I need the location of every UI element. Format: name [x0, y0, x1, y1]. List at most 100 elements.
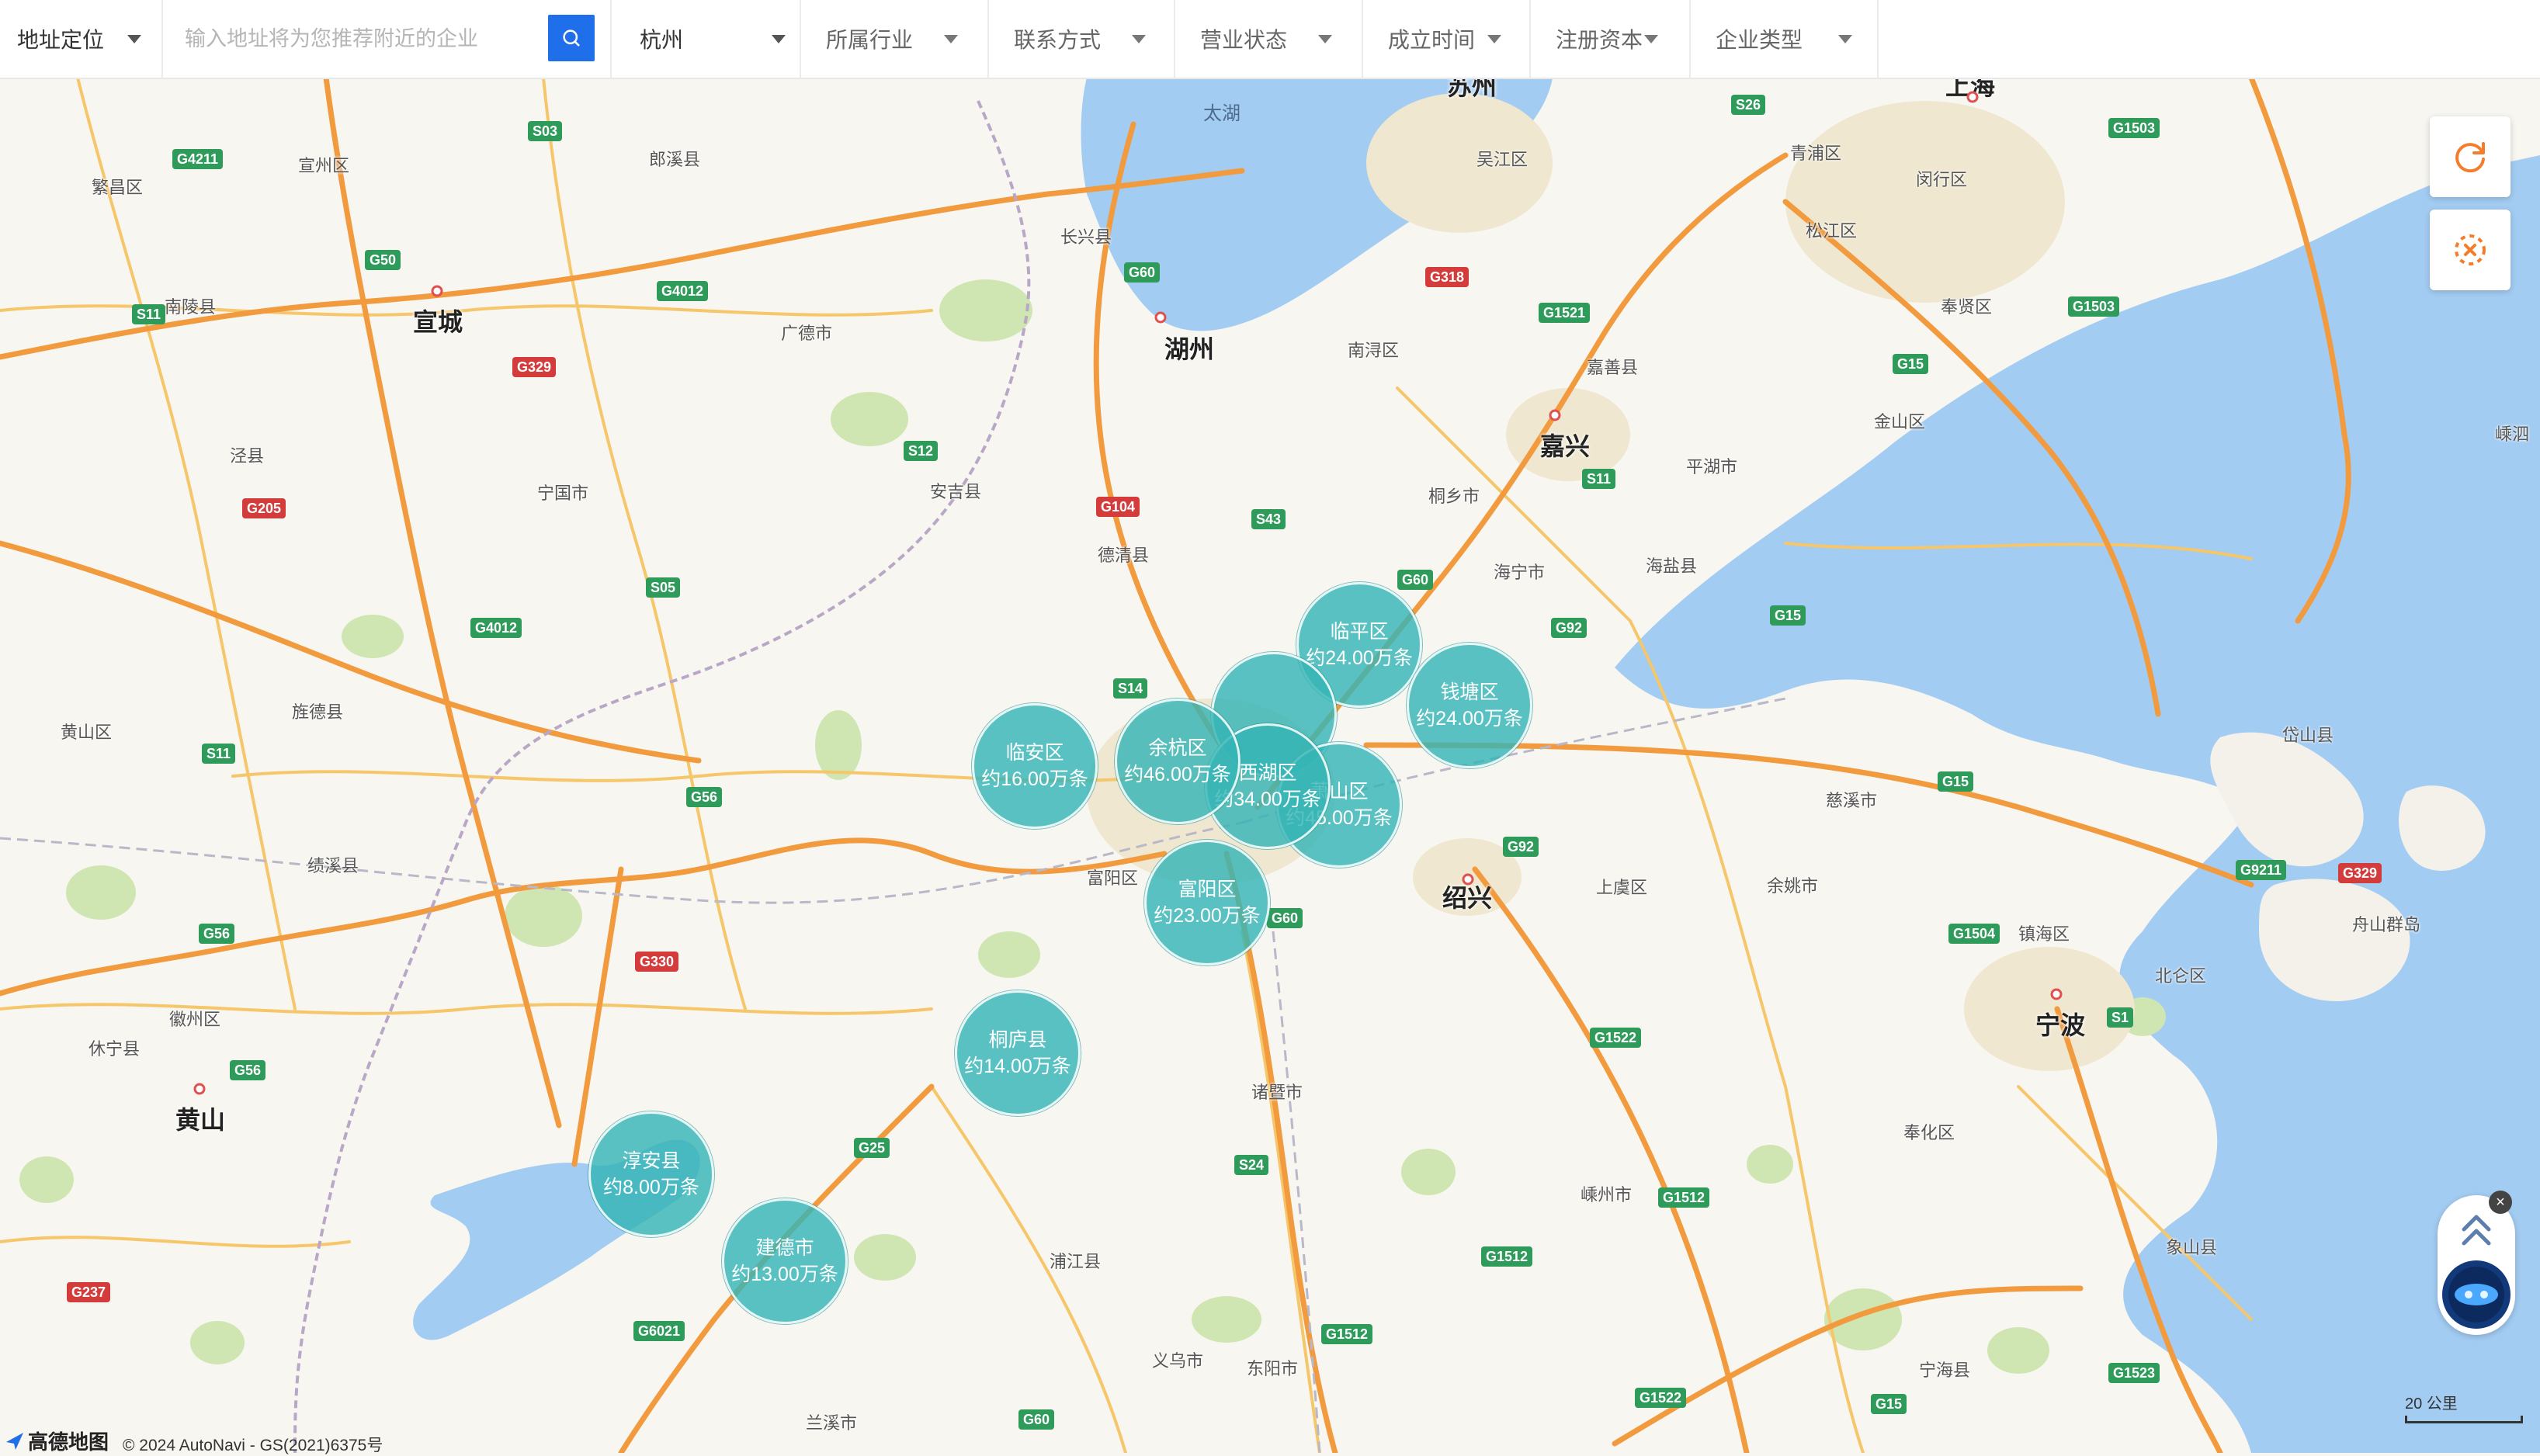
chevron-down-icon: [127, 34, 142, 43]
city-marker-icon: [1549, 409, 1561, 421]
chevron-down-icon: [1487, 34, 1502, 43]
founded-filter[interactable]: 成立时间: [1363, 0, 1531, 78]
road-shield: G6021: [633, 1321, 685, 1341]
road-shield: G9211: [2236, 860, 2287, 880]
road-shield: S14: [1113, 678, 1148, 699]
road-shield: S11: [1582, 469, 1616, 489]
city-select[interactable]: 杭州: [610, 0, 801, 78]
road-shield: G92: [1551, 618, 1588, 638]
road-shield: S11: [202, 744, 236, 764]
clear-selection-button[interactable]: [2430, 210, 2511, 290]
place-label: 奉化区: [1903, 1123, 1955, 1142]
road-shield: G15: [1871, 1394, 1907, 1414]
road-shield: G104: [1096, 497, 1140, 517]
cluster-marker[interactable]: 桐庐县 约14.00万条: [955, 990, 1081, 1116]
city-label: 嘉兴: [1540, 432, 1591, 460]
place-label: 慈溪市: [1826, 791, 1878, 810]
road-shield: S26: [1731, 95, 1766, 115]
cluster-marker[interactable]: 建德市 约13.00万条: [722, 1198, 848, 1324]
chevron-down-icon: [1132, 34, 1147, 43]
road-shield: G1512: [1658, 1187, 1710, 1208]
place-label: 兰溪市: [806, 1413, 858, 1433]
place-label: 广德市: [781, 324, 833, 343]
place-label: 宁海县: [1919, 1361, 1971, 1380]
place-label: 北仑区: [2155, 966, 2207, 986]
road-shield: S11: [132, 304, 166, 324]
city-marker-icon: [1154, 311, 1167, 324]
place-label: 象山县: [2166, 1238, 2218, 1257]
location-label: 地址定位: [17, 28, 105, 52]
place-label: 南陵县: [165, 297, 217, 317]
place-label: 休宁县: [88, 1039, 141, 1059]
status-filter[interactable]: 营业状态: [1175, 0, 1363, 78]
assistant-avatar-icon[interactable]: [2441, 1259, 2512, 1330]
road-shield: G4211: [172, 149, 224, 169]
cluster-count: 约24.00万条: [1306, 647, 1413, 669]
place-label: 金山区: [1874, 412, 1926, 432]
road-shield: G1522: [1590, 1028, 1642, 1048]
industry-label: 所属行业: [826, 28, 914, 52]
cluster-name: 临安区: [1005, 742, 1064, 764]
place-label: 镇海区: [2018, 924, 2070, 944]
road-shield: G60: [1397, 570, 1434, 590]
city-marker-icon: [431, 285, 443, 297]
place-label: 岱山县: [2282, 726, 2334, 745]
place-label: 徽州区: [169, 1010, 221, 1029]
contact-filter[interactable]: 联系方式: [989, 0, 1175, 78]
cluster-marker[interactable]: 富阳区 约23.00万条: [1144, 840, 1270, 965]
city-marker-icon: [193, 1083, 206, 1095]
industry-filter[interactable]: 所属行业: [801, 0, 989, 78]
road-shield: G237: [67, 1282, 111, 1302]
place-label: 嵊州市: [1581, 1185, 1633, 1205]
place-label: 德清县: [1098, 546, 1150, 565]
road-shield: S12: [904, 441, 939, 461]
chevron-up-icon[interactable]: [2458, 1209, 2495, 1250]
place-label: 闵行区: [1916, 170, 1968, 189]
road-shield: G60: [1267, 908, 1303, 928]
map-canvas[interactable]: 湖州 嘉兴 绍兴 宁波 宣城 黄山 苏州 上海 太湖 吴江区 青浦区 闵行区 松…: [0, 78, 2540, 1453]
cluster-count: 约13.00万条: [731, 1264, 838, 1285]
search-button[interactable]: [548, 15, 595, 61]
chevron-down-icon: [1838, 34, 1853, 43]
capital-filter[interactable]: 注册资本: [1531, 0, 1691, 78]
refresh-button[interactable]: [2430, 116, 2511, 197]
clear-area-icon: [2455, 234, 2486, 265]
road-shield: G15: [1938, 771, 1974, 792]
road-shield: G1504: [1948, 924, 2000, 944]
company-type-filter[interactable]: 企业类型: [1691, 0, 1879, 78]
city-label: 苏州: [1447, 78, 1497, 100]
chevron-down-icon: [772, 34, 786, 43]
place-label: 桐乡市: [1428, 487, 1480, 506]
city-marker-icon: [1462, 873, 1474, 886]
assistant-widget[interactable]: [2438, 1195, 2515, 1335]
refresh-icon: [2455, 142, 2485, 173]
road-shield: S03: [528, 121, 563, 141]
place-label: 青浦区: [1790, 144, 1842, 163]
city-label: 湖州: [1164, 335, 1215, 363]
place-label: 郎溪县: [649, 150, 701, 169]
close-icon[interactable]: ×: [2489, 1191, 2512, 1214]
road-shield: G330: [635, 952, 679, 972]
cluster-count: 约14.00万条: [964, 1056, 1071, 1077]
cluster-marker[interactable]: 临安区 约16.00万条: [972, 703, 1098, 829]
place-label: 舟山群岛: [2352, 915, 2421, 934]
place-label: 富阳区: [1087, 868, 1139, 888]
location-dropdown[interactable]: 地址定位: [0, 0, 163, 78]
contact-label: 联系方式: [1014, 28, 1102, 52]
place-label: 绩溪县: [307, 856, 359, 875]
road-shield: S05: [646, 577, 681, 598]
city-value: 杭州: [640, 28, 684, 52]
cluster-marker[interactable]: 淳安县 约8.00万条: [588, 1111, 714, 1237]
cluster-count: 约46.00万条: [1124, 764, 1231, 785]
city-label: 宁波: [2035, 1011, 2086, 1039]
place-label: 平湖市: [1686, 457, 1738, 477]
city-marker-icon: [1966, 91, 1979, 103]
road-shield: G56: [686, 787, 723, 807]
road-shield: G60: [1124, 262, 1161, 283]
cluster-marker[interactable]: 钱塘区 约24.00万条: [1407, 643, 1532, 768]
road-shield: S43: [1251, 509, 1286, 529]
cluster-count: 约8.00万条: [603, 1177, 699, 1198]
cluster-name: 钱塘区: [1440, 681, 1499, 703]
address-search-input[interactable]: [163, 17, 548, 61]
cluster-marker[interactable]: 余杭区 约46.00万条: [1115, 699, 1241, 824]
